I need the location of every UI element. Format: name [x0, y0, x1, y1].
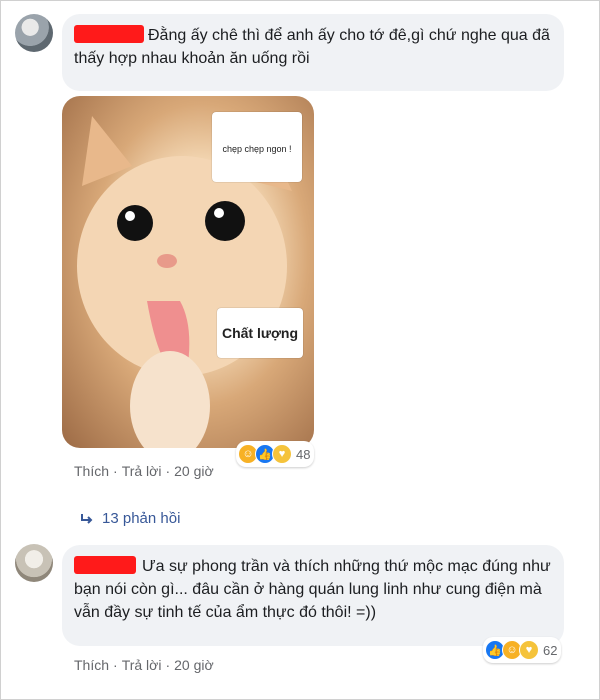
- like-link[interactable]: Thích: [74, 463, 109, 479]
- avatar[interactable]: [15, 544, 53, 582]
- redacted-author-name: [74, 556, 136, 574]
- comment-text: Ưa sự phong trần và thích những thứ mộc …: [74, 558, 551, 621]
- comment-text: Đằng ấy chê thì để anh ấy cho tớ đê,gì c…: [74, 27, 550, 67]
- reply-link[interactable]: Trả lời: [122, 657, 162, 673]
- speech-bubble-top: chẹp chẹp ngon !: [212, 112, 302, 182]
- reply-arrow-icon: [81, 513, 93, 524]
- avatar[interactable]: [15, 14, 53, 52]
- reaction-summary[interactable]: 👍 ☺ ♥ 62: [483, 637, 562, 663]
- timestamp[interactable]: 20 giờ: [174, 657, 214, 673]
- timestamp[interactable]: 20 giờ: [174, 463, 214, 479]
- reaction-summary[interactable]: ☺ 👍 ♥ 48: [236, 441, 315, 467]
- comment-actions: Thích · Trả lời · 20 giờ: [74, 657, 214, 673]
- comment-image[interactable]: chẹp chẹp ngon ! Chất lượng: [62, 96, 314, 448]
- redacted-author-name: [74, 25, 144, 43]
- care-icon: ♥: [272, 444, 292, 464]
- comment-bubble: Ưa sự phong trần và thích những thứ mộc …: [62, 545, 564, 646]
- replies-count: 13 phản hồi: [102, 510, 181, 527]
- comment-bubble: Đằng ấy chê thì để anh ấy cho tớ đê,gì c…: [62, 14, 564, 91]
- care-icon: ♥: [519, 640, 539, 660]
- view-replies-link[interactable]: 13 phản hồi: [80, 510, 180, 527]
- speech-bubble-bottom: Chất lượng: [217, 308, 303, 358]
- reaction-count: 62: [543, 642, 558, 658]
- comment-actions: Thích · Trả lời · 20 giờ: [74, 463, 214, 479]
- like-link[interactable]: Thích: [74, 657, 109, 673]
- reaction-count: 48: [296, 446, 311, 462]
- reply-link[interactable]: Trả lời: [122, 463, 162, 479]
